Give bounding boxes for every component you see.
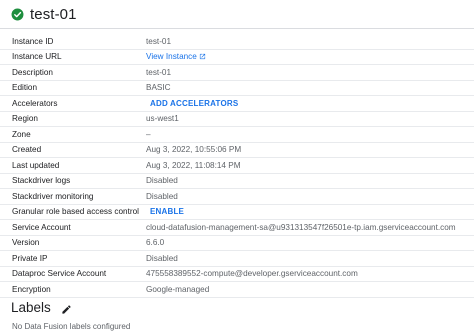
detail-label: Accelerators bbox=[12, 98, 58, 108]
detail-label: Stackdriver logs bbox=[12, 176, 71, 186]
detail-row-created: Created Aug 3, 2022, 10:55:06 PM bbox=[0, 143, 474, 158]
detail-label: Service Account bbox=[12, 222, 71, 232]
detail-row-private-ip: Private IP Disabled bbox=[0, 251, 474, 267]
detail-value: Google-managed bbox=[146, 284, 210, 294]
detail-value: 475558389552-compute@developer.gservicea… bbox=[146, 269, 358, 279]
detail-label: Last updated bbox=[12, 160, 60, 170]
labels-empty-message: No Data Fusion labels configured bbox=[12, 322, 131, 331]
detail-label: Instance ID bbox=[12, 36, 54, 46]
detail-row-edition: Edition BASIC bbox=[0, 81, 474, 96]
instance-details-table: Instance ID test-01 Instance URL View In… bbox=[0, 34, 474, 298]
detail-row-region: Region us-west1 bbox=[0, 112, 474, 127]
detail-label: Version bbox=[12, 238, 40, 248]
detail-label: Region bbox=[12, 114, 38, 124]
detail-value: 6.6.0 bbox=[146, 238, 165, 248]
check-circle-icon bbox=[11, 8, 24, 21]
detail-row-service-account: Service Account cloud-datafusion-managem… bbox=[0, 220, 474, 236]
detail-label: Encryption bbox=[12, 284, 51, 294]
detail-label: Stackdriver monitoring bbox=[12, 191, 94, 201]
page-title: test-01 bbox=[30, 5, 77, 23]
labels-section-header: Labels bbox=[11, 300, 72, 315]
detail-label: Granular role based access control bbox=[12, 207, 139, 217]
detail-row-zone: Zone – bbox=[0, 127, 474, 143]
detail-value: us-west1 bbox=[146, 114, 179, 124]
detail-value: Disabled bbox=[146, 253, 178, 263]
detail-row-encryption: Encryption Google-managed bbox=[0, 282, 474, 298]
detail-value: BASIC bbox=[146, 83, 171, 93]
detail-row-stackdriver-logs: Stackdriver logs Disabled bbox=[0, 174, 474, 189]
detail-value: test-01 bbox=[146, 67, 172, 77]
header-divider bbox=[0, 28, 474, 29]
detail-row-stackdriver-monitoring: Stackdriver monitoring Disabled bbox=[0, 189, 474, 205]
detail-label: Dataproc Service Account bbox=[12, 269, 107, 279]
detail-row-rbac: Granular role based access control ENABL… bbox=[0, 205, 474, 220]
page-header: test-01 bbox=[11, 4, 77, 24]
detail-label: Zone bbox=[12, 129, 31, 139]
detail-label: Private IP bbox=[12, 253, 48, 263]
detail-label: Instance URL bbox=[12, 52, 62, 62]
detail-value: Aug 3, 2022, 10:55:06 PM bbox=[146, 145, 242, 155]
detail-row-last-updated: Last updated Aug 3, 2022, 11:08:14 PM bbox=[0, 158, 474, 174]
pencil-icon[interactable] bbox=[61, 302, 72, 314]
detail-value: – bbox=[146, 129, 151, 139]
enable-rbac-button[interactable]: ENABLE bbox=[146, 207, 188, 216]
detail-label: Description bbox=[12, 67, 53, 77]
detail-value: Aug 3, 2022, 11:08:14 PM bbox=[146, 160, 241, 170]
detail-row-dataproc-sa: Dataproc Service Account 475558389552-co… bbox=[0, 267, 474, 282]
view-instance-link[interactable]: View Instance bbox=[146, 52, 197, 61]
detail-value: Disabled bbox=[146, 191, 178, 201]
labels-heading: Labels bbox=[11, 300, 51, 315]
detail-row-version: Version 6.6.0 bbox=[0, 236, 474, 251]
detail-value: cloud-datafusion-management-sa@u93131354… bbox=[146, 222, 456, 232]
detail-row-instance-url: Instance URL View Instance bbox=[0, 50, 474, 65]
detail-label: Edition bbox=[12, 83, 38, 93]
add-accelerators-button[interactable]: ADD ACCELERATORS bbox=[146, 99, 242, 108]
detail-row-accelerators: Accelerators ADD ACCELERATORS bbox=[0, 96, 474, 112]
detail-value: test-01 bbox=[146, 36, 172, 46]
detail-value: Disabled bbox=[146, 176, 178, 186]
detail-row-instance-id: Instance ID test-01 bbox=[0, 34, 474, 50]
open-in-new-icon[interactable] bbox=[199, 53, 206, 60]
detail-row-description: Description test-01 bbox=[0, 65, 474, 81]
detail-label: Created bbox=[12, 145, 42, 155]
